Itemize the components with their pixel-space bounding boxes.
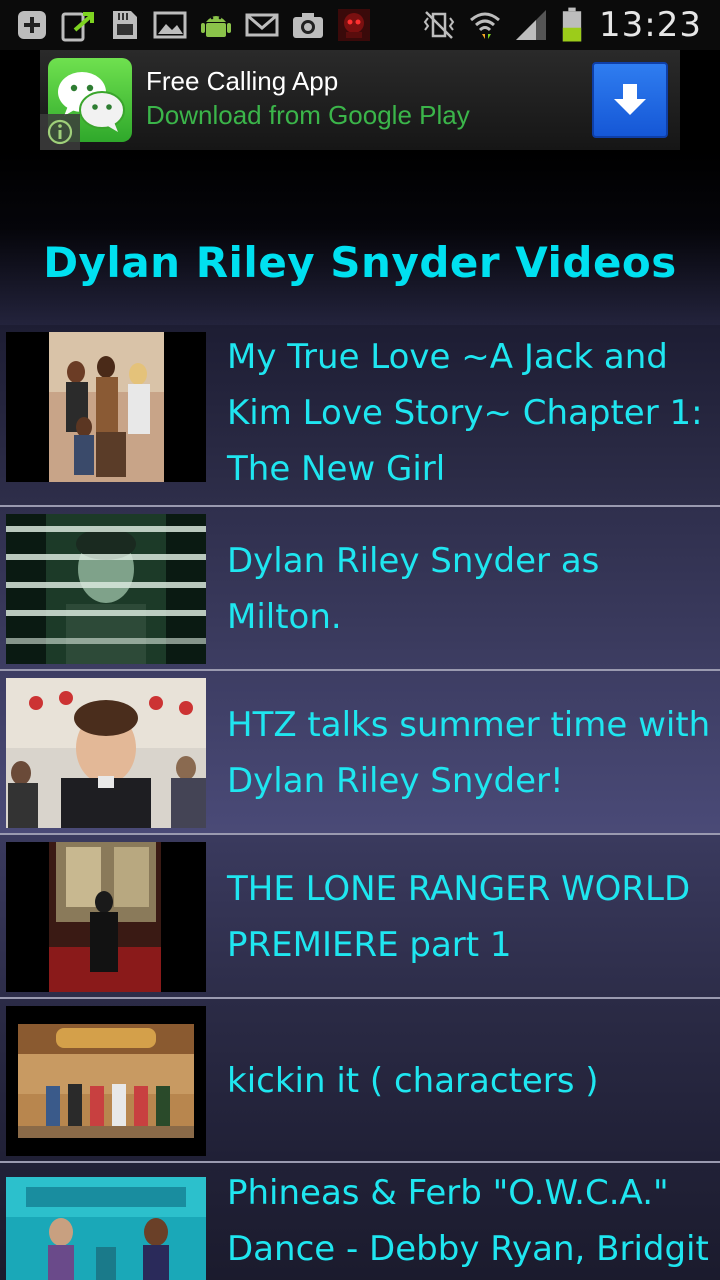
video-title[interactable]: Phineas & Ferb "O.W.C.A." Dance - Debby … — [227, 1165, 715, 1280]
video-thumbnail — [6, 842, 206, 992]
ad-subtitle: Download from Google Play — [146, 100, 470, 130]
wifi-icon — [467, 7, 503, 43]
page-title: Dylan Riley Snyder Videos — [43, 238, 677, 287]
share-icon — [60, 7, 96, 43]
download-arrow-icon — [614, 84, 646, 115]
video-title[interactable]: My True Love ~A Jack and Kim Love Story~… — [227, 329, 715, 497]
camera-icon — [290, 7, 326, 43]
video-title[interactable]: Dylan Riley Snyder as Milton. — [227, 507, 715, 671]
video-thumbnail — [6, 514, 206, 664]
mail-icon — [244, 7, 280, 43]
clock: 13:23 — [599, 5, 702, 45]
info-icon[interactable] — [40, 114, 80, 150]
video-thumbnail — [6, 332, 206, 482]
ad-banner[interactable]: Free Calling App Download from Google Pl… — [40, 50, 680, 150]
page-header: Dylan Riley Snyder Videos — [0, 150, 720, 325]
video-list-item[interactable]: Phineas & Ferb "O.W.C.A." Dance - Debby … — [0, 1163, 720, 1280]
video-thumbnail — [6, 1006, 206, 1156]
android-icon — [198, 7, 234, 43]
video-list-item[interactable]: Dylan Riley Snyder as Milton. — [0, 507, 720, 671]
video-title[interactable]: THE LONE RANGER WORLD PREMIERE part 1 — [227, 835, 715, 999]
add-icon — [14, 7, 50, 43]
video-list-item[interactable]: HTZ talks summer time with Dylan Riley S… — [0, 671, 720, 835]
image-icon — [152, 7, 188, 43]
video-thumbnail — [6, 1177, 206, 1280]
ad-download-button[interactable] — [592, 62, 668, 138]
ad-title: Free Calling App — [146, 66, 339, 96]
ad-text[interactable]: Free Calling App Download from Google Pl… — [146, 64, 470, 132]
video-thumbnail — [6, 678, 206, 828]
vibrate-icon — [421, 7, 457, 43]
status-bar: 13:23 — [0, 0, 720, 50]
video-title[interactable]: HTZ talks summer time with Dylan Riley S… — [227, 671, 715, 835]
sd-card-icon — [106, 7, 142, 43]
robot-icon — [336, 7, 372, 43]
video-list-item[interactable]: THE LONE RANGER WORLD PREMIERE part 1 — [0, 835, 720, 999]
battery-icon — [559, 7, 585, 43]
video-title[interactable]: kickin it ( characters ) — [227, 999, 715, 1163]
video-list-item[interactable]: kickin it ( characters ) — [0, 999, 720, 1163]
signal-icon — [513, 7, 549, 43]
video-list-item[interactable]: My True Love ~A Jack and Kim Love Story~… — [0, 325, 720, 507]
